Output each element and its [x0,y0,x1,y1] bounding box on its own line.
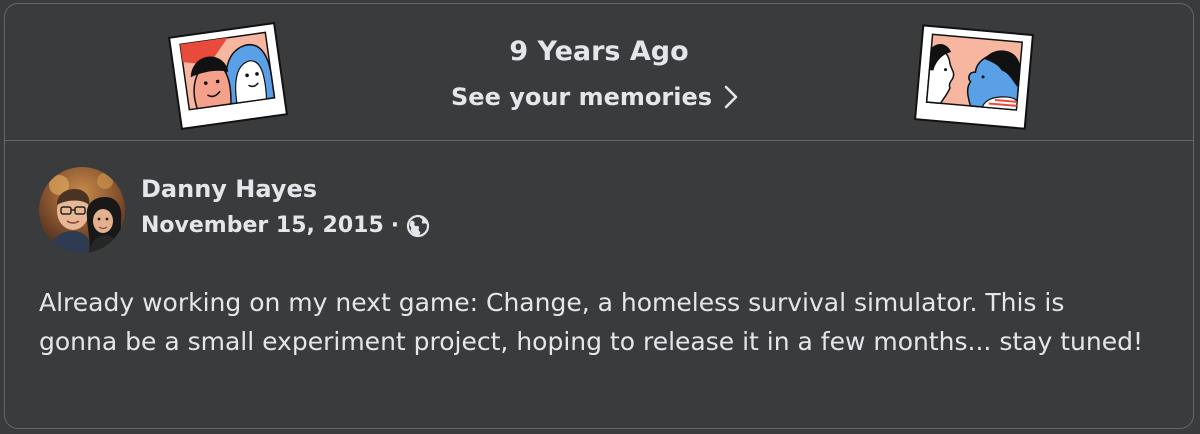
see-memories-label: See your memories [451,83,713,111]
author-avatar[interactable] [39,167,125,253]
see-memories-link[interactable]: See your memories [451,80,744,114]
memory-card: 9 Years Ago See your memories Danny Haye… [4,3,1194,429]
post-text: Already working on my next game: Change,… [39,288,1143,356]
memories-header: 9 Years Ago See your memories [5,4,1193,141]
meta-separator: · [390,213,400,238]
memory-post: Danny Hayes November 15, 2015 · Already … [5,141,1193,428]
post-date[interactable]: November 15, 2015 [141,213,384,238]
globe-icon[interactable] [406,214,430,238]
chevron-right-icon [724,85,738,109]
author-name[interactable]: Danny Hayes [141,175,317,203]
post-meta: November 15, 2015 · [141,213,430,238]
memories-illustration-right [905,22,1041,132]
